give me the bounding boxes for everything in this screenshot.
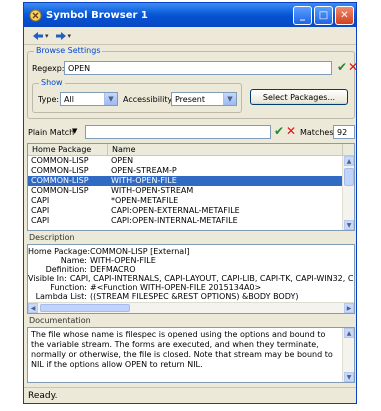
status-text: Ready.: [28, 390, 58, 401]
symbol-browser-window: Symbol Browser 1 _ □ ✕ ▾ ▾ Browse Settin…: [23, 2, 358, 404]
regexp-label: Regexp:: [32, 64, 65, 73]
chevron-down-icon: ▾: [67, 31, 72, 40]
title-bar: Symbol Browser 1 _ □ ✕: [24, 3, 356, 27]
documentation-pane[interactable]: The file whose name is filespec is opene…: [27, 327, 355, 383]
column-header-home-package[interactable]: Home Package: [28, 144, 108, 155]
scroll-thumb[interactable]: [344, 168, 354, 186]
browse-settings-label: Browse Settings: [34, 46, 103, 55]
row-name: OPEN-STREAM-P: [111, 166, 177, 175]
row-name: *OPEN-METAFILE: [111, 196, 179, 205]
table-row[interactable]: COMMON-LISP OPEN-STREAM-P: [28, 166, 354, 176]
row-package: COMMON-LISP: [31, 156, 89, 165]
scroll-left-icon[interactable]: ◀: [28, 303, 38, 313]
row-name: WITH-OPEN-STREAM: [111, 186, 194, 195]
type-value: All: [64, 94, 74, 104]
documentation-vertical-scrollbar[interactable]: ▲ ▼: [342, 328, 354, 382]
row-package: CAPI: [31, 206, 50, 215]
row-name: WITH-OPEN-FILE: [111, 176, 177, 185]
maximize-icon: □: [318, 9, 329, 21]
cancel-x-icon[interactable]: ✕: [286, 124, 296, 138]
table-row[interactable]: COMMON-LISP OPEN: [28, 156, 354, 166]
scroll-up-icon[interactable]: ▲: [344, 328, 354, 338]
table-row[interactable]: COMMON-LISP WITH-OPEN-STREAM: [28, 186, 354, 196]
row-name: CAPI:OPEN-EXTERNAL-METAFILE: [111, 206, 240, 215]
description-horizontal-scrollbar[interactable]: ◀ ▶: [28, 302, 354, 313]
show-label: Show: [39, 78, 65, 87]
filter-input[interactable]: [85, 125, 271, 139]
check-icon[interactable]: ✔: [274, 124, 284, 138]
description-title: Description: [29, 233, 75, 242]
regexp-input[interactable]: OPEN: [64, 61, 332, 75]
documentation-title: Documentation: [29, 316, 91, 325]
row-package: CAPI: [31, 216, 50, 225]
documentation-text: The file whose name is filespec is opene…: [31, 330, 333, 369]
scroll-down-icon[interactable]: ▼: [344, 220, 354, 230]
chevron-down-icon: ▼: [104, 93, 117, 105]
minimize-button[interactable]: _: [293, 5, 312, 25]
table-row[interactable]: CAPI CAPI:OPEN-EXTERNAL-METAFILE: [28, 206, 354, 216]
minimize-icon: _: [300, 9, 305, 21]
description-line: Name: WITH-OPEN-FILE: [60, 256, 156, 265]
maximize-button[interactable]: □: [314, 5, 333, 25]
row-name: OPEN: [111, 156, 134, 165]
close-button[interactable]: ✕: [335, 5, 354, 25]
forward-arrow-icon: [55, 31, 66, 40]
scroll-right-icon[interactable]: ▶: [344, 303, 354, 313]
symbols-list[interactable]: Home Package Name COMMON-LISP OPEN COMMON…: [27, 143, 355, 231]
symbols-list-header: Home Package Name: [28, 144, 354, 156]
accessibility-select[interactable]: Present ▼: [171, 92, 237, 106]
symbols-vertical-scrollbar[interactable]: ▲ ▼: [342, 156, 354, 230]
description-pane[interactable]: Home Package: COMMON-LISP [External] Name…: [27, 244, 355, 314]
table-row[interactable]: CAPI *OPEN-METAFILE: [28, 196, 354, 206]
table-row-selected[interactable]: COMMON-LISP WITH-OPEN-FILE: [28, 176, 354, 186]
row-package: COMMON-LISP: [31, 176, 89, 185]
chevron-down-icon: ▼: [223, 93, 236, 105]
description-line: Function: #<Function WITH-OPEN-FILE 20151…: [50, 283, 262, 292]
type-label: Type:: [38, 95, 60, 104]
matches-label: Matches:: [300, 128, 337, 137]
matches-count: 92: [333, 125, 355, 139]
row-name: CAPI:OPEN-INTERNAL-METAFILE: [111, 216, 238, 225]
cancel-x-icon[interactable]: ✕: [348, 60, 358, 74]
description-line: Lambda List: ((STREAM FILESPEC &REST OPTI…: [35, 292, 299, 301]
row-package: COMMON-LISP: [31, 166, 89, 175]
window-title: Symbol Browser 1: [46, 9, 148, 21]
table-row[interactable]: CAPI CAPI:OPEN-INTERNAL-METAFILE: [28, 216, 354, 226]
scroll-up-icon[interactable]: ▲: [344, 156, 354, 166]
scroll-thumb[interactable]: [40, 304, 130, 312]
check-icon[interactable]: ✔: [337, 60, 347, 74]
row-package: CAPI: [31, 196, 50, 205]
scroll-down-icon[interactable]: ▼: [344, 372, 354, 382]
row-package: COMMON-LISP: [31, 186, 89, 195]
forward-button[interactable]: ▾: [53, 29, 74, 43]
description-line: Home Package: COMMON-LISP [External]: [28, 247, 190, 256]
column-header-name[interactable]: Name: [108, 144, 343, 155]
back-button[interactable]: ▾: [30, 29, 51, 43]
description-line: Visible In: CAPI, CAPI-INTERNALS, CAPI-LA…: [28, 274, 355, 283]
status-bar: Ready.: [24, 387, 356, 403]
chevron-down-icon: ▾: [45, 31, 49, 40]
type-select[interactable]: All ▼: [60, 92, 118, 106]
accessibility-label: Accessibility:: [123, 95, 175, 104]
filter-mode-label[interactable]: Plain Match: [28, 128, 74, 137]
close-icon: ✕: [340, 9, 349, 21]
lisp-app-icon: [28, 8, 42, 22]
toolbar: ▾ ▾: [24, 27, 356, 45]
back-arrow-icon: [33, 31, 43, 40]
accessibility-value: Present: [175, 94, 206, 104]
description-line: Definition: DEFMACRO: [45, 265, 136, 274]
filter-mode-dropdown-icon[interactable]: ▼: [72, 127, 77, 135]
select-packages-button[interactable]: Select Packages...: [250, 89, 348, 105]
